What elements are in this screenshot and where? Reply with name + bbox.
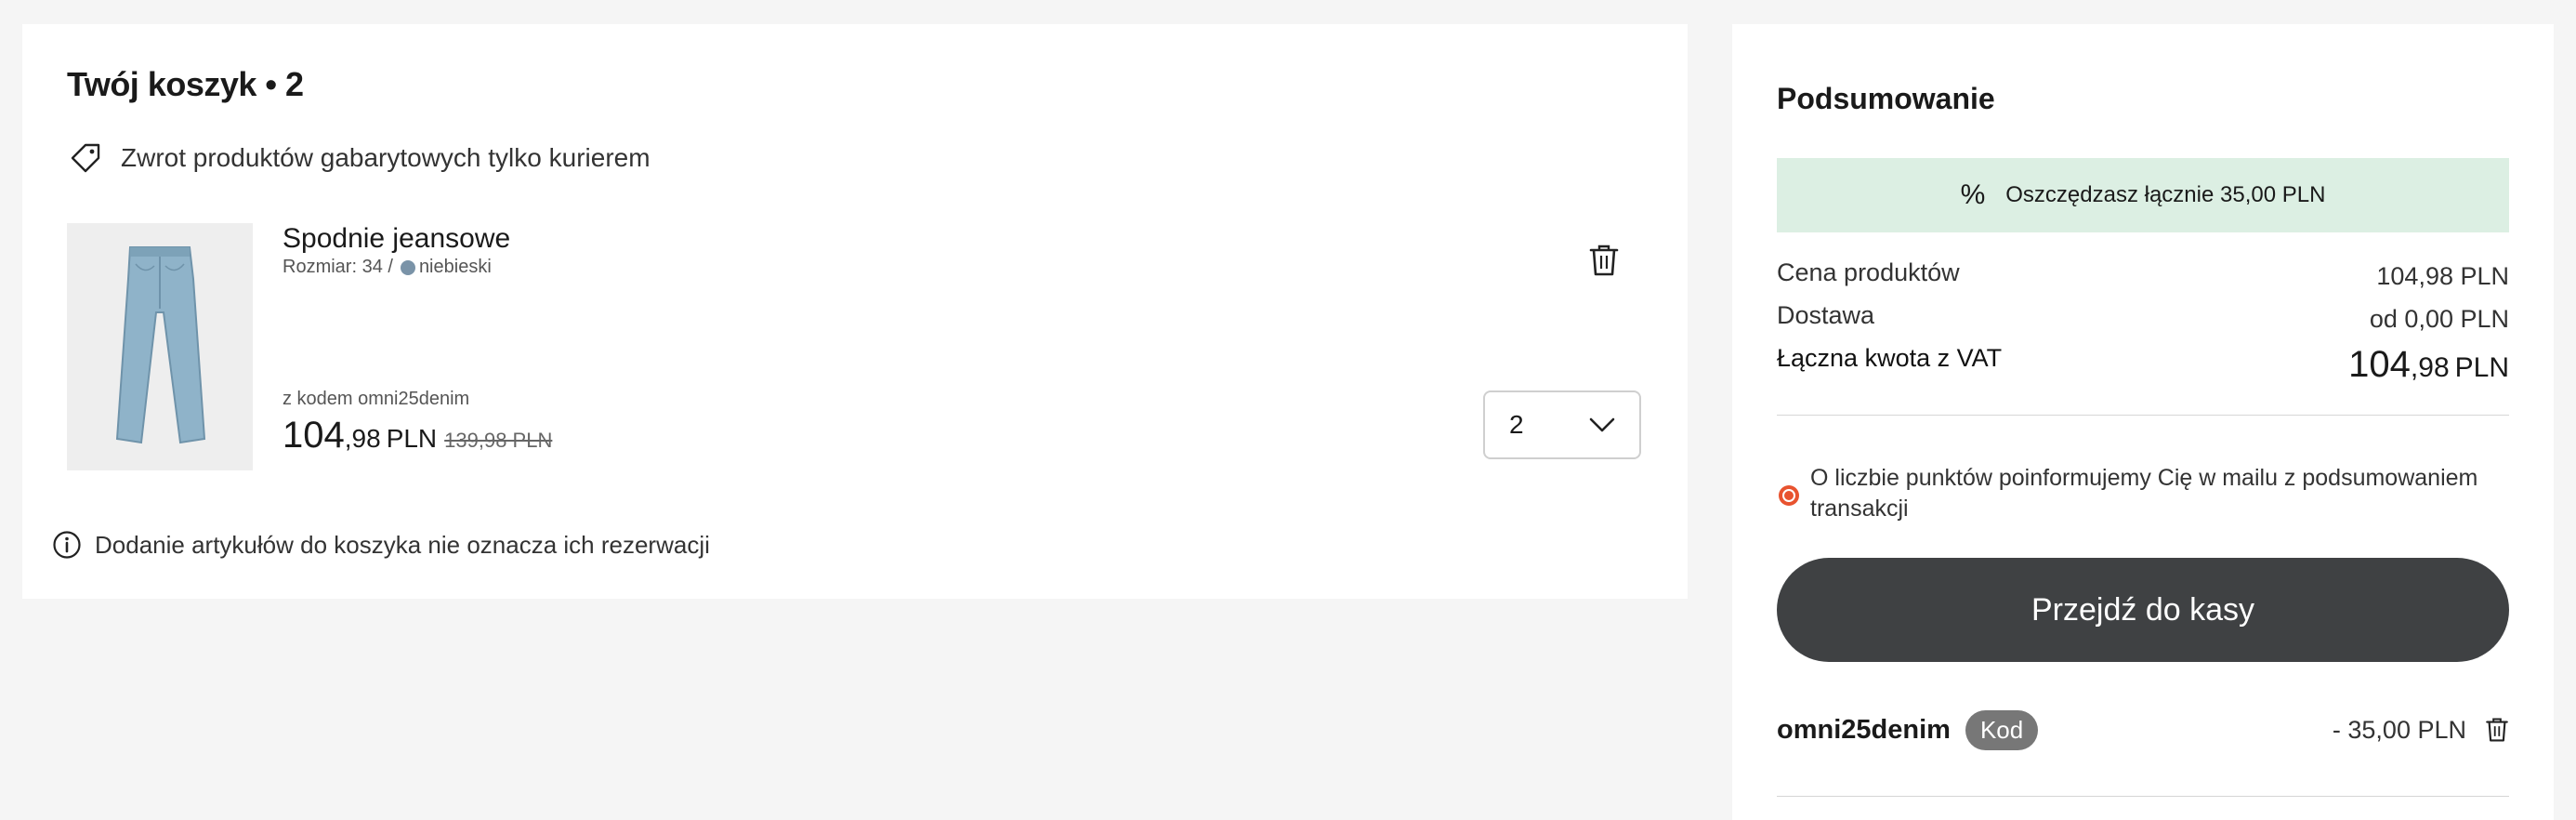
promo-code-note: z kodem omni25denim: [283, 389, 470, 409]
shipping-label: Dostawa: [1777, 301, 1875, 329]
product-size: Rozmiar: 34 /: [283, 257, 393, 277]
total-decimal: ,98: [2410, 352, 2450, 383]
products-price-line: Cena produktów 104,98 PLN: [1777, 258, 2509, 291]
savings-text: Oszczędzasz łącznie 35,00 PLN: [2005, 182, 2326, 207]
info-icon: [53, 531, 81, 559]
quantity-select[interactable]: 2: [1483, 390, 1641, 459]
points-icon: [1779, 485, 1799, 506]
chevron-down-icon: [1589, 417, 1615, 432]
total-label: Łączna kwota z VAT: [1777, 344, 2003, 372]
tag-icon: [71, 143, 100, 173]
points-notice: O liczbie punktów poinformujemy Cię w ma…: [1777, 463, 2509, 524]
jeans-image: [115, 246, 206, 444]
promo-amount: - 35,00 PLN: [2332, 715, 2466, 744]
product-color: niebieski: [418, 257, 492, 277]
remove-promo-button[interactable]: [2485, 716, 2509, 744]
shipping-value: od 0,00 PLN: [2369, 305, 2509, 333]
reservation-notice-text: Dodanie artykułów do koszyka nie oznacza…: [95, 530, 710, 559]
points-notice-text: O liczbie punktów poinformujemy Cię w ma…: [1810, 465, 2478, 522]
product-price: 104 ,98 PLN 139,98 PLN: [283, 415, 552, 456]
savings-banner: % Oszczędzasz łącznie 35,00 PLN: [1777, 158, 2509, 232]
trash-icon: [1589, 245, 1619, 276]
summary-divider: [1777, 415, 2509, 416]
applied-promo-row: omni25denim Kod - 35,00 PLN: [1777, 707, 2509, 753]
product-meta: Rozmiar: 34 / niebieski: [283, 257, 492, 278]
total-currency: PLN: [2454, 352, 2509, 383]
reservation-notice: Dodanie artykułów do koszyka nie oznacza…: [52, 530, 710, 560]
products-price-value: 104,98 PLN: [2376, 262, 2509, 290]
cart-panel: Twój koszyk • 2 Zwrot produktów gabaryto…: [22, 24, 1688, 599]
summary-title: Podsumowanie: [1777, 82, 1995, 115]
shipping-line: Dostawa od 0,00 PLN: [1777, 301, 2509, 334]
checkout-button[interactable]: Przejdź do kasy: [1777, 558, 2509, 662]
product-name[interactable]: Spodnie jeansowe: [283, 223, 510, 255]
products-price-label: Cena produktów: [1777, 258, 1960, 286]
total-integer: 104: [2348, 344, 2411, 385]
price-integer: 104: [283, 415, 345, 456]
quantity-value: 2: [1509, 410, 1524, 439]
price-old: 139,98 PLN: [444, 429, 553, 452]
total-line: Łączna kwota z VAT 104 ,98 PLN: [1777, 344, 2509, 386]
return-notice-text: Zwrot produktów gabarytowych tylko kurie…: [121, 143, 651, 172]
trash-icon: [2486, 718, 2508, 742]
remove-item-button[interactable]: [1584, 240, 1624, 281]
promo-divider: [1777, 796, 2509, 797]
color-swatch: [400, 259, 415, 275]
cart-title: Twój koszyk • 2: [67, 65, 304, 103]
return-notice: Zwrot produktów gabarytowych tylko kurie…: [67, 139, 651, 177]
percent-icon: %: [1960, 179, 1986, 210]
price-currency: PLN: [386, 424, 438, 453]
total-value: 104 ,98 PLN: [2348, 344, 2509, 386]
price-decimal: ,98: [344, 424, 381, 453]
product-image[interactable]: [67, 223, 253, 470]
promo-badge: Kod: [1965, 709, 2039, 750]
summary-panel: Podsumowanie % Oszczędzasz łącznie 35,00…: [1732, 24, 2554, 820]
promo-code-name: omni25denim: [1777, 714, 1951, 745]
